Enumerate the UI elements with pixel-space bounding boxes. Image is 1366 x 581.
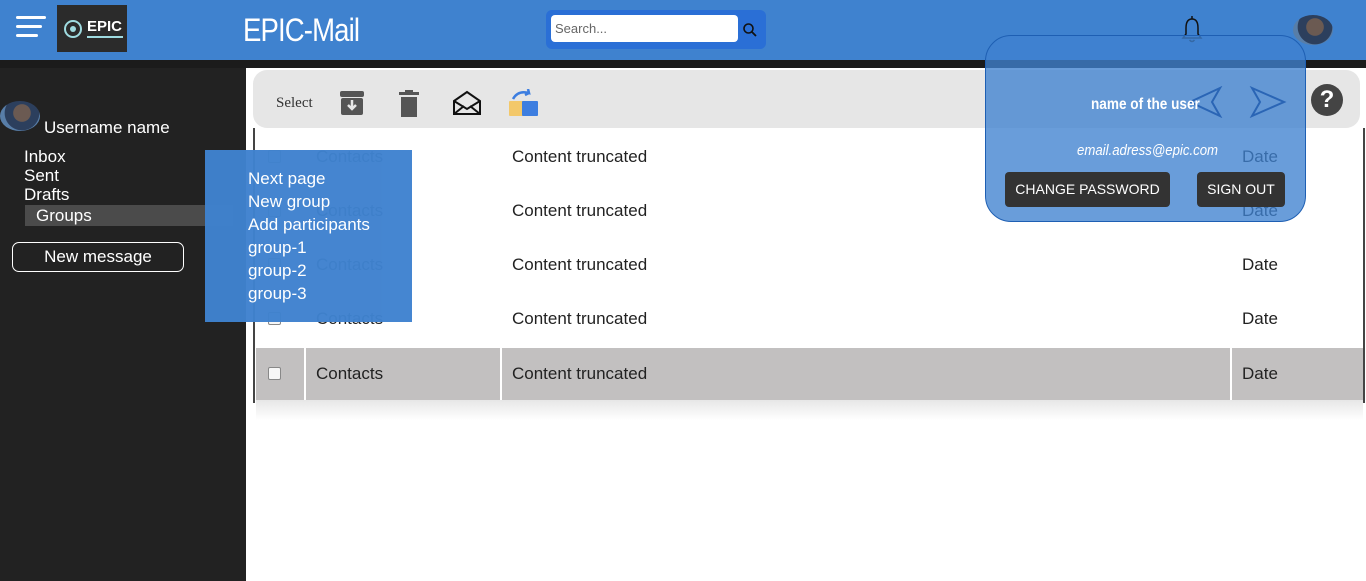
sidebar-username: Username name: [44, 118, 170, 137]
groups-menu-group-3[interactable]: group-3: [248, 284, 307, 304]
row-content: Content truncated: [512, 309, 648, 328]
table-row[interactable]: Contacts Content truncated Date: [253, 239, 1366, 291]
change-password-button[interactable]: CHANGE PASSWORD: [1005, 172, 1170, 207]
search-input[interactable]: [551, 15, 738, 42]
trash-icon[interactable]: [398, 90, 420, 118]
table-border-right: [1363, 128, 1365, 403]
table-row-selected[interactable]: Contacts Content truncated Date: [253, 348, 1366, 400]
move-folder-icon[interactable]: [508, 89, 540, 117]
search-icon[interactable]: [742, 22, 758, 38]
profile-name: name of the user: [1091, 96, 1200, 113]
groups-menu-add-participants[interactable]: Add participants: [248, 215, 370, 235]
mark-read-icon[interactable]: [452, 90, 482, 116]
row-date: Date: [1242, 255, 1278, 274]
profile-popup: name of the user email.adress@epic.com C…: [985, 35, 1306, 222]
row-date: Date: [1242, 309, 1278, 328]
user-avatar[interactable]: [1293, 15, 1333, 45]
app-logo: EPIC: [57, 5, 127, 52]
row-content: Content truncated: [502, 348, 1230, 400]
sign-out-button[interactable]: SIGN OUT: [1197, 172, 1285, 207]
row-checkbox[interactable]: [268, 367, 281, 380]
profile-email: email.adress@epic.com: [1077, 142, 1219, 159]
select-label[interactable]: Select: [276, 95, 313, 112]
sidebar-avatar: [0, 101, 40, 131]
app-root: EPIC EPIC-Mail Username name Inbox Sent …: [0, 0, 1366, 581]
sidebar-item-groups[interactable]: Groups: [25, 205, 233, 226]
row-select-cell: [256, 348, 304, 400]
row-content: Content truncated: [512, 255, 648, 274]
logo-underline: [87, 36, 123, 38]
groups-dropdown: Next page New group Add participants gro…: [205, 150, 412, 322]
archive-icon[interactable]: [339, 90, 365, 116]
logo-text: EPIC: [87, 18, 123, 35]
table-shadow: [256, 400, 1363, 420]
send-arrow-icon: [1249, 86, 1287, 118]
groups-menu-next-page[interactable]: Next page: [248, 169, 326, 189]
row-date: Date: [1232, 348, 1364, 400]
menu-icon[interactable]: [16, 14, 46, 40]
sidebar-item-drafts[interactable]: Drafts: [24, 185, 69, 205]
sidebar-item-inbox[interactable]: Inbox: [24, 147, 66, 167]
new-message-button[interactable]: New message: [12, 242, 184, 272]
groups-menu-new-group[interactable]: New group: [248, 192, 330, 212]
app-title: EPIC-Mail: [243, 12, 360, 48]
help-icon[interactable]: ?: [1311, 84, 1343, 116]
logo-emblem-icon: [64, 20, 82, 38]
sidebar-item-sent[interactable]: Sent: [24, 166, 59, 186]
search-bar: [546, 10, 766, 49]
groups-menu-group-1[interactable]: group-1: [248, 238, 307, 258]
row-from: Contacts: [306, 348, 500, 400]
sidebar: [0, 68, 246, 581]
table-row[interactable]: Contacts Content truncated Date: [253, 293, 1366, 345]
groups-menu-group-2[interactable]: group-2: [248, 261, 307, 281]
